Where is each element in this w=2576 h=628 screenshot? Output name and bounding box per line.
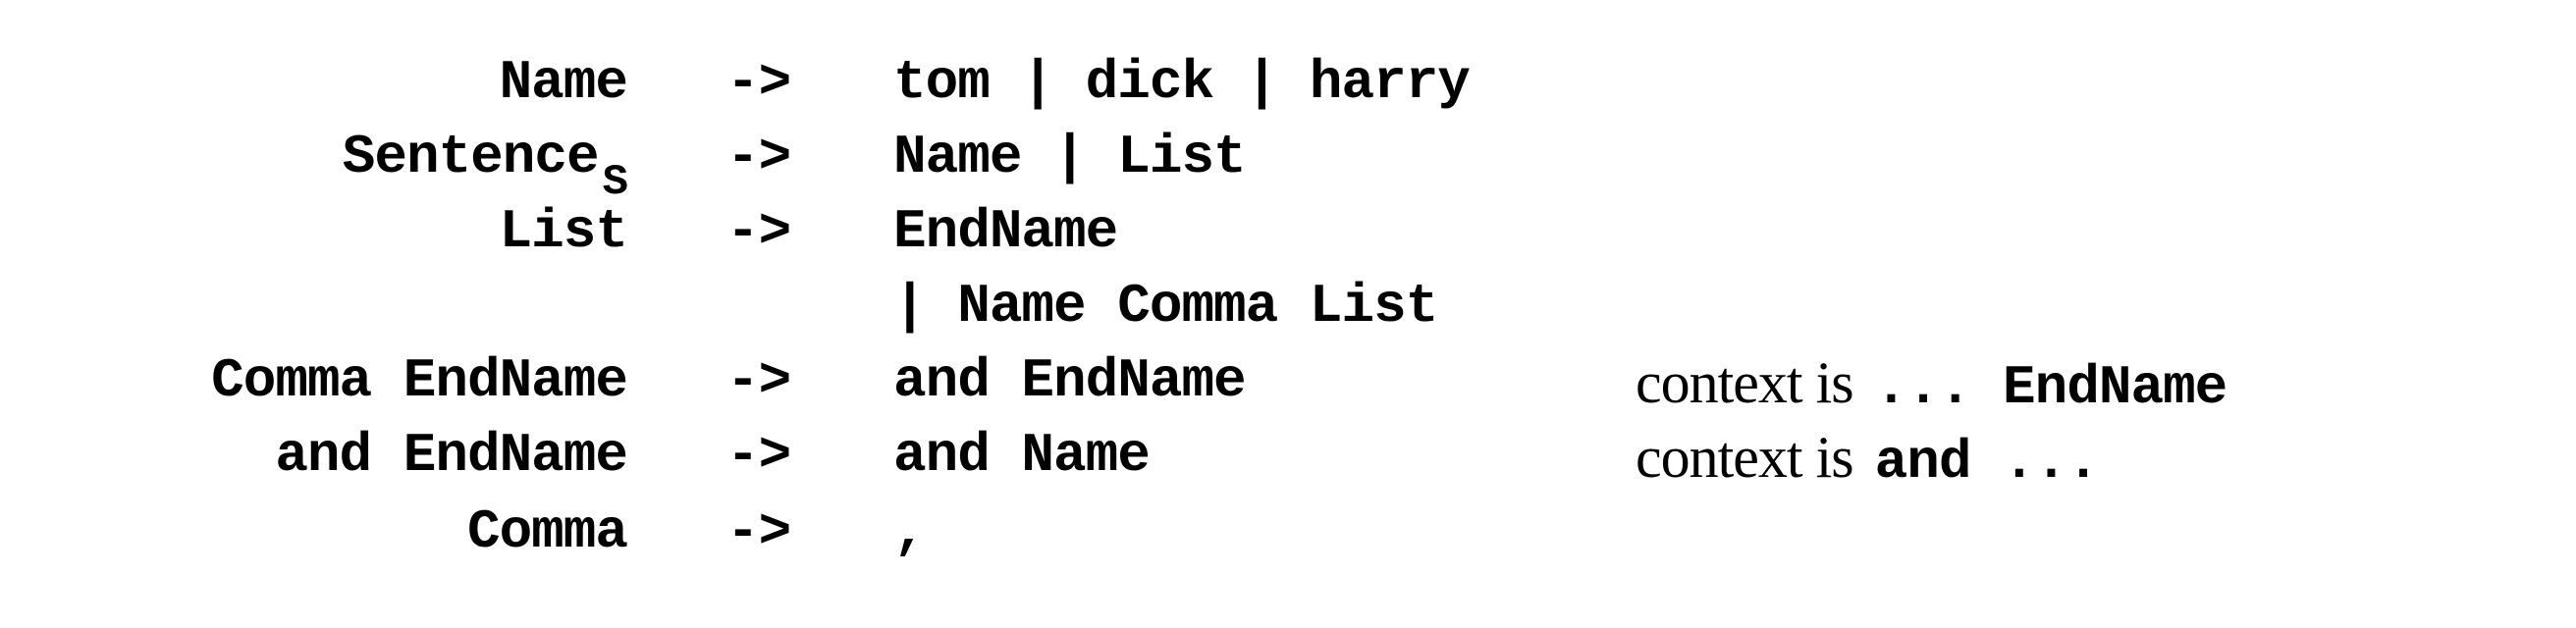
rule-arrow: -> <box>726 349 791 412</box>
rule-lhs: Comma EndName <box>211 349 628 412</box>
context-label: context is <box>1636 350 1854 415</box>
rule-arrow: -> <box>726 126 791 188</box>
grammar-rules: Name -> tom | dick | harry SentenceS -> … <box>0 0 2576 628</box>
rule-lhs: SentenceS <box>342 126 628 207</box>
rule-arrow: -> <box>726 424 791 487</box>
context-pattern: and ... <box>1874 431 2100 494</box>
rule-context: context is ... EndName <box>1636 349 2227 419</box>
rule-lhs-text: Sentence <box>342 126 600 188</box>
context-pattern: ... EndName <box>1874 356 2228 419</box>
rule-lhs: and EndName <box>275 424 628 487</box>
grammar-rule: Comma -> , <box>0 500 2576 577</box>
rule-lhs: Comma <box>466 500 628 563</box>
grammar-rule-continuation: | Name Comma List <box>0 275 2576 351</box>
grammar-rule: Comma EndName -> and EndName context is.… <box>0 349 2576 426</box>
grammar-rule: List -> EndName <box>0 200 2576 277</box>
rule-lhs: Name <box>499 51 628 114</box>
rule-rhs: Name | List <box>893 126 1247 188</box>
rule-arrow: -> <box>726 51 791 114</box>
rule-context: context is and ... <box>1636 424 2100 494</box>
rule-arrow: -> <box>726 200 791 263</box>
grammar-rule: SentenceS -> Name | List <box>0 126 2576 207</box>
rule-rhs: | Name Comma List <box>893 275 1438 338</box>
rule-arrow: -> <box>726 500 791 563</box>
rule-rhs: tom | dick | harry <box>893 51 1471 114</box>
grammar-rule: and EndName -> and Name context is and ..… <box>0 424 2576 500</box>
rule-rhs: and Name <box>893 424 1151 487</box>
rule-rhs: and EndName <box>893 349 1247 412</box>
rule-lhs: List <box>499 200 628 263</box>
grammar-rule: Name -> tom | dick | harry <box>0 51 2576 128</box>
rule-rhs: , <box>893 500 927 563</box>
rule-rhs: EndName <box>893 200 1118 263</box>
context-label: context is <box>1636 425 1854 490</box>
